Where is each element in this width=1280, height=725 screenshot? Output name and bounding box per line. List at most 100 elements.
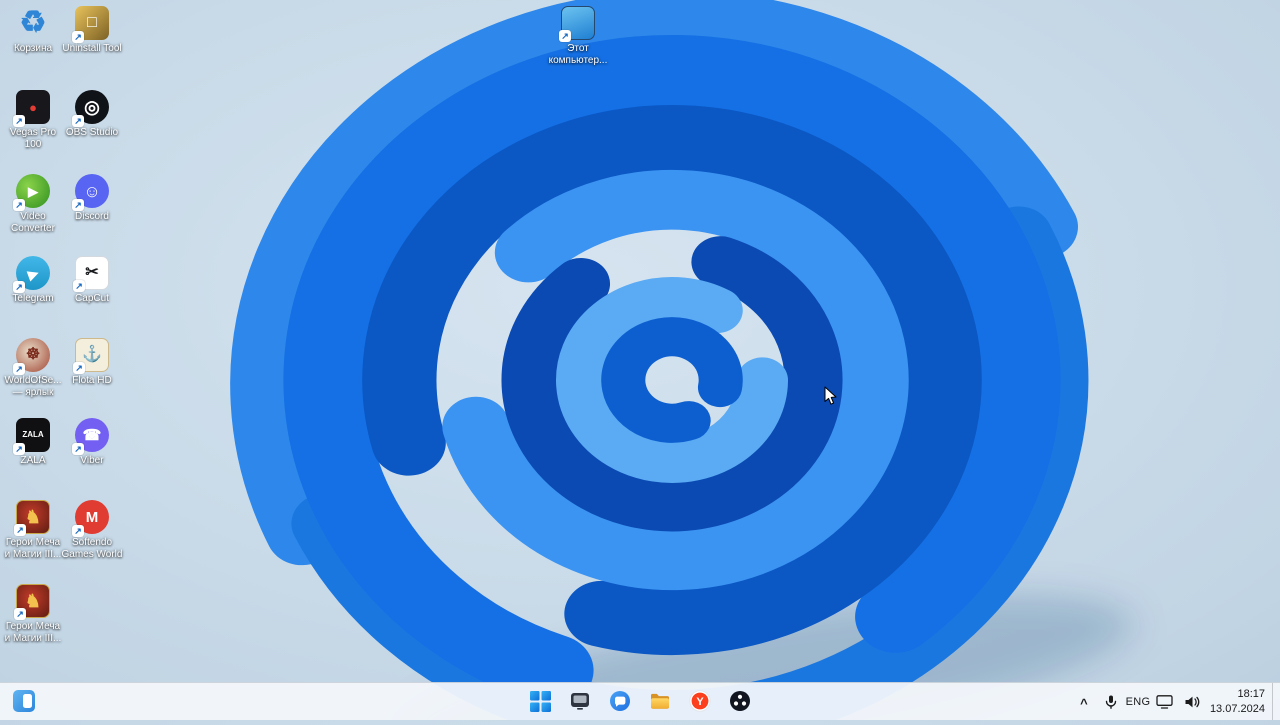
desktop-icon-capcut[interactable]: ✂ ↗ CapCut [61,256,123,305]
this-pc-icon: ↗ [559,6,595,42]
discord-icon: ☺ ↗ [72,174,109,211]
desktop-icon-telegram[interactable]: ▶ ↗ Telegram [2,256,64,305]
volume-button[interactable] [1179,687,1205,717]
clock-date: 13.07.2024 [1209,702,1265,715]
tray-chevron-button[interactable]: ^ [1071,687,1097,717]
shortcut-arrow-icon: ↗ [14,524,26,536]
desktop-icon-label: OBS Studio [65,127,119,138]
viber-icon: ☎ ↗ [72,418,109,455]
taskbar-clock[interactable]: 18:17 13.07.2024 [1206,687,1271,716]
taskbar-app-explorer[interactable] [642,686,678,716]
desktop-icon-flota-hd[interactable]: ⚓ ↗ Flota HD [61,338,123,387]
viber-glyph: ☎ [82,426,102,444]
heroes-3-b-icon: ♞ ↗ [14,584,50,620]
yandex-y-icon: Y [689,690,711,712]
widgets-icon [13,690,35,712]
language-indicator[interactable]: ENG [1125,687,1151,717]
desktop-icon-video-converter[interactable]: ▶ ↗ Video Converter [2,174,64,234]
widgets-button[interactable] [6,686,42,716]
shortcut-arrow-icon: ↗ [73,362,85,374]
desktop-icon-label: Герои Меча и Магии III... [4,621,62,644]
desktop-icon-this-pc[interactable]: ↗ Этот компьютер... [547,6,609,66]
desktop-icon-world-of-sea[interactable]: ☸ ↗ WorldOfSe... — ярлык [2,338,64,398]
desktop[interactable]: ♻ Корзина □ ↗ Uninstall Tool ● ↗ Vegas Pro 100 ◎… [0,0,1280,683]
shortcut-arrow-icon: ↗ [13,363,25,375]
microphone-icon [1105,695,1117,709]
flota-hd-icon: ⚓ ↗ [73,338,109,374]
telegram-icon: ▶ ↗ [13,256,50,293]
shortcut-arrow-icon: ↗ [73,280,85,292]
heroes-3-b-glyph: ♞ [24,591,42,611]
desktop-icon-heroes-3-a[interactable]: ♞ ↗ Герои Меча и Магии III... [2,500,64,560]
heroes-3-a-icon: ♞ ↗ [14,500,50,536]
desktop-icon-label: ZALA [20,455,46,466]
obs-studio-icon: ◎ ↗ [72,90,109,127]
chevron-up-icon: ^ [1080,696,1088,711]
desktop-icon-label: Viber [80,455,104,466]
language-label: ENG [1125,695,1151,708]
taskbar-app-chat[interactable] [602,686,638,716]
desktop-icon-label: Telegram [12,293,54,304]
capcut-icon: ✂ ↗ [73,256,109,292]
desktop-icon-discord[interactable]: ☺ ↗ Discord [61,174,123,223]
heroes-3-a-glyph: ♞ [24,507,42,527]
shortcut-arrow-icon: ↗ [72,115,84,127]
svg-text:Y: Y [696,696,704,708]
desktop-icon-obs-studio[interactable]: ◎ ↗ OBS Studio [61,90,123,139]
clock-time: 18:17 [1237,688,1265,701]
desktop-icon-label: CapCut [75,293,109,304]
microphone-button[interactable] [1098,687,1124,717]
desktop-icon-label: Softendo Games World [61,537,123,560]
shortcut-arrow-icon: ↗ [13,115,25,127]
desktop-icon-viber[interactable]: ☎ ↗ Viber [61,418,123,467]
desktop-icon-recycle-bin[interactable]: ♻ Корзина [2,6,64,55]
taskbar-app-yandex-browser[interactable]: Y [682,686,718,716]
desktop-icon-label: Этот компьютер... [548,43,608,66]
vegas-pro-glyph: ● [29,99,37,115]
desktop-icon-label: WorldOfSe... — ярлык [4,375,62,398]
show-desktop-button[interactable] [1272,683,1278,720]
taskbar: Y ^ ENG 18:17 13.07.2024 [0,682,1280,720]
shortcut-arrow-icon: ↗ [13,281,25,293]
taskbar-app-obs[interactable] [722,686,758,716]
taskbar-app-group: Y [522,686,758,716]
shortcut-arrow-icon: ↗ [14,608,26,620]
system-tray: ^ ENG 18:17 13.07.2024 [1071,683,1278,720]
desktop-icon-uninstall-tool[interactable]: □ ↗ Uninstall Tool [61,6,123,55]
obs-studio-glyph: ◎ [84,97,100,117]
softendo-glyph: M [85,508,99,526]
desktop-icon-label: Discord [75,211,109,222]
zala-glyph: ZALA [22,430,44,439]
network-button[interactable] [1152,687,1178,717]
vegas-pro-icon: ● ↗ [13,90,50,127]
video-converter-icon: ▶ ↗ [13,174,50,211]
shortcut-arrow-icon: ↗ [72,31,84,43]
desktop-icon-label: Uninstall Tool [62,43,122,54]
network-icon [1156,694,1174,709]
shortcut-arrow-icon: ↗ [559,30,571,42]
chat-bubble-icon [610,691,630,711]
recycle-bin-icon: ♻ [16,6,50,40]
speaker-icon [1185,696,1200,707]
taskbar-app-dark-window[interactable] [562,686,598,716]
obs-circle-icon [730,691,750,711]
desktop-icon-label: Flota HD [72,375,112,386]
folder-icon [651,693,669,709]
shortcut-arrow-icon: ↗ [72,443,84,455]
uninstall-tool-icon: □ ↗ [72,6,109,43]
dark-monitor-icon [571,693,589,710]
desktop-icon-label: Корзина [13,43,53,54]
desktop-icon-heroes-3-b[interactable]: ♞ ↗ Герои Меча и Магии III... [2,584,64,644]
desktop-icon-softendo[interactable]: M ↗ Softendo Games World [61,500,123,560]
desktop-icon-vegas-pro[interactable]: ● ↗ Vegas Pro 100 [2,90,64,150]
shortcut-arrow-icon: ↗ [72,525,84,537]
windows-start-icon [529,690,551,712]
desktop-icon-label: Video Converter [11,211,55,234]
softendo-icon: M ↗ [72,500,109,537]
shortcut-arrow-icon: ↗ [72,199,84,211]
desktop-icon-label: Vegas Pro 100 [9,127,57,150]
desktop-icon-label: Герои Меча и Магии III... [4,537,62,560]
taskbar-app-start[interactable] [522,686,558,716]
desktop-icon-zala[interactable]: ZALA ↗ ZALA [2,418,64,467]
discord-glyph: ☺ [83,181,101,201]
